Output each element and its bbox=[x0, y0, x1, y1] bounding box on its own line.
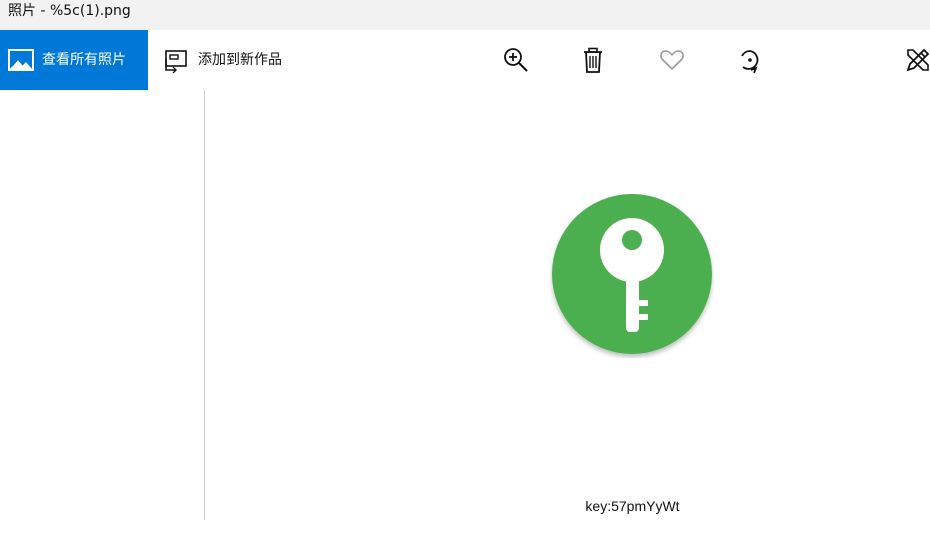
left-pane bbox=[0, 90, 204, 520]
key-icon bbox=[552, 194, 712, 354]
zoom-in-button[interactable] bbox=[498, 42, 534, 78]
toolbar: 查看所有照片 添加到新作品 bbox=[0, 30, 930, 90]
edit-button[interactable] bbox=[900, 42, 930, 78]
photos-app-icon bbox=[8, 47, 34, 73]
view-all-photos-label: 查看所有照片 bbox=[42, 52, 126, 68]
title-bar: 照片 - %5c(1).png bbox=[0, 0, 930, 30]
displayed-image[interactable] bbox=[550, 192, 714, 358]
image-canvas[interactable]: key:57pmYyWt bbox=[205, 90, 930, 545]
photos-app-window: 照片 - %5c(1).png 查看所有照片 添加到新作品 key:57pmYy… bbox=[0, 0, 930, 545]
add-to-creation-button[interactable]: 添加到新作品 bbox=[158, 30, 298, 90]
delete-button[interactable] bbox=[575, 42, 611, 78]
view-all-photos-button[interactable]: 查看所有照片 bbox=[0, 30, 148, 90]
rotate-button[interactable] bbox=[732, 42, 768, 78]
add-to-creation-label: 添加到新作品 bbox=[198, 52, 282, 68]
image-caption: key:57pmYyWt bbox=[585, 498, 680, 514]
favorite-button[interactable] bbox=[654, 42, 690, 78]
add-to-creation-icon bbox=[162, 49, 188, 74]
window-title: 照片 - %5c(1).png bbox=[8, 3, 131, 19]
